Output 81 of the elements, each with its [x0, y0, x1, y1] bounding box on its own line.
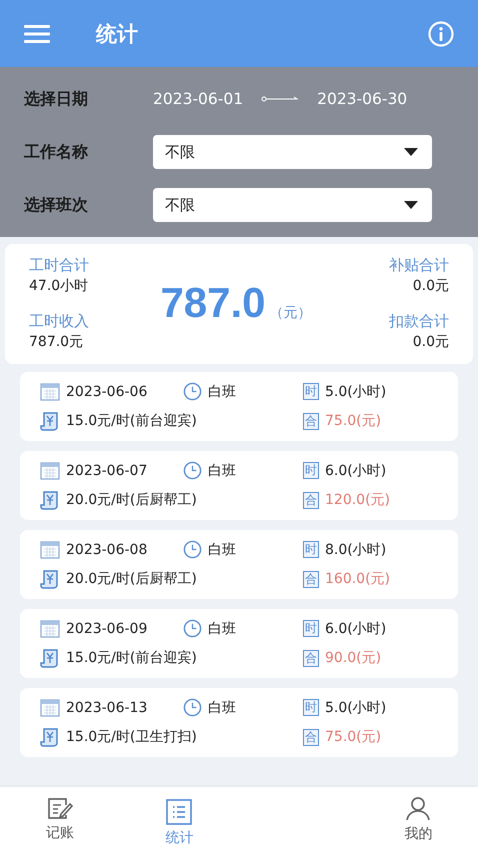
- clock-icon: [183, 382, 202, 401]
- stat-label: 工时收入: [29, 311, 90, 332]
- record-date: 2023-06-08: [66, 542, 148, 558]
- edit-icon: [46, 796, 73, 820]
- record-hours: 5.0(小时): [325, 382, 386, 400]
- scroll-icon: [40, 727, 60, 747]
- record-card[interactable]: 2023-06-07 白班 时 6.0(小时) 20.0元/时(后厨帮工) 合 120.0(元): [20, 451, 458, 520]
- record-date: 2023-06-06: [66, 384, 148, 400]
- scroll-icon: [40, 569, 60, 589]
- record-amount: 160.0(元): [325, 570, 390, 588]
- hourly-rate: 15.0元/时(前台迎宾): [66, 412, 197, 430]
- scroll-icon: [40, 490, 60, 510]
- field-label: 工作名称: [24, 142, 89, 162]
- menu-icon[interactable]: [24, 24, 50, 44]
- total-badge: 合: [303, 412, 319, 430]
- total-badge: 合: [303, 728, 319, 746]
- clock-icon: [183, 461, 202, 480]
- scroll-icon: [40, 648, 60, 668]
- record-amount: 75.0(元): [325, 728, 382, 746]
- record-card[interactable]: 2023-06-13 白班 时 5.0(小时) 15.0元/时(卫生打扫) 合 75.0(元): [20, 688, 458, 757]
- record-hours: 6.0(小时): [325, 620, 386, 638]
- hours-badge: 时: [303, 462, 319, 479]
- record-date: 2023-06-09: [66, 620, 148, 636]
- calendar-icon: [40, 462, 60, 480]
- stat-label: 工时合计: [29, 255, 90, 276]
- dropdown[interactable]: 不限: [153, 135, 432, 169]
- total-badge: 合: [303, 492, 319, 508]
- person-icon: [405, 794, 432, 820]
- currency-unit: （元）: [270, 304, 312, 322]
- total-amount: 787.0: [160, 279, 266, 327]
- stat-value: 787.0元: [29, 333, 84, 352]
- record-amount: 75.0(元): [325, 412, 382, 430]
- stat-value: 0.0元: [412, 277, 449, 296]
- clock-icon: [183, 540, 202, 559]
- record-card[interactable]: 2023-06-09 白班 时 6.0(小时) 15.0元/时(前台迎宾) 合 90.0(元): [20, 609, 458, 678]
- clock-icon: [183, 619, 202, 638]
- hourly-rate: 15.0元/时(前台迎宾): [66, 649, 197, 667]
- record-card[interactable]: 2023-06-08 白班 时 8.0(小时) 20.0元/时(后厨帮工) 合 160.0(元): [20, 530, 458, 599]
- hourly-rate: 20.0元/时(后厨帮工): [66, 491, 197, 509]
- record-hours: 5.0(小时): [325, 698, 386, 716]
- stat-label: 扣款合计: [389, 311, 449, 332]
- shift-name: 白班: [208, 620, 236, 638]
- total-badge: 合: [303, 570, 319, 588]
- total-badge: 合: [303, 650, 319, 666]
- stat-value: 0.0元: [412, 333, 449, 352]
- hourly-rate: 15.0元/时(卫生打扫): [66, 728, 197, 746]
- record-amount: 90.0(元): [325, 649, 382, 667]
- calendar-icon: [40, 620, 60, 638]
- arrow-icon: [261, 96, 300, 102]
- field-label: 选择班次: [24, 194, 89, 216]
- dropdown-caret-icon: [404, 148, 418, 156]
- dropdown[interactable]: 不限: [153, 188, 432, 222]
- nav-tab[interactable]: 记账: [0, 787, 120, 850]
- record-date: 2023-06-13: [66, 700, 148, 716]
- record-date: 2023-06-07: [66, 462, 148, 478]
- hours-badge: 时: [303, 383, 319, 400]
- stat-value: 47.0小时: [29, 277, 90, 296]
- scroll-icon: [40, 411, 60, 431]
- page-title: 统计: [96, 20, 139, 48]
- calendar-icon: [40, 382, 60, 400]
- hours-badge: 时: [303, 620, 319, 637]
- record-card[interactable]: 2023-06-06 白班 时 5.0(小时) 15.0元/时(前台迎宾) 合 75.0(元): [20, 372, 458, 441]
- shift-name: 白班: [208, 382, 236, 400]
- hours-badge: 时: [303, 541, 319, 558]
- hours-badge: 时: [303, 699, 319, 716]
- nav-tab[interactable]: 我的: [358, 787, 478, 850]
- dropdown-caret-icon: [404, 201, 418, 209]
- list-icon: [166, 798, 192, 824]
- stat-label: 补贴合计: [389, 255, 449, 276]
- info-icon[interactable]: [428, 20, 454, 46]
- record-hours: 8.0(小时): [325, 540, 386, 558]
- record-hours: 6.0(小时): [325, 462, 386, 480]
- calendar-icon: [40, 698, 60, 716]
- record-amount: 120.0(元): [325, 491, 390, 509]
- shift-name: 白班: [208, 698, 236, 716]
- shift-name: 白班: [208, 540, 236, 558]
- clock-icon: [183, 698, 202, 717]
- hourly-rate: 20.0元/时(后厨帮工): [66, 570, 197, 588]
- calendar-icon: [40, 540, 60, 558]
- field-label: 选择日期: [24, 88, 89, 110]
- shift-name: 白班: [208, 462, 236, 480]
